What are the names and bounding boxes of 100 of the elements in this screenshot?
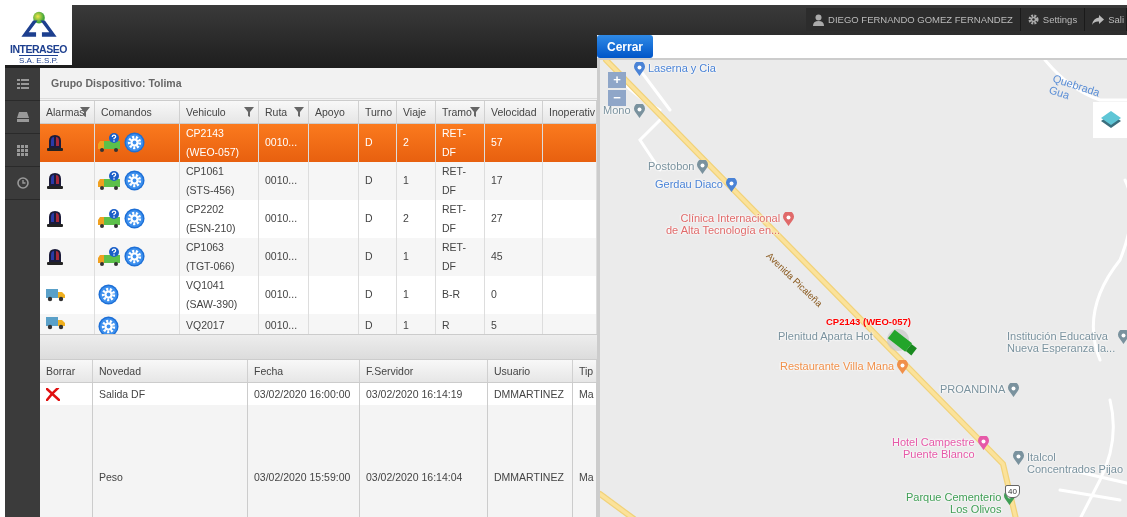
- filter-icon[interactable]: [244, 107, 254, 117]
- trip-cell-text: 1: [403, 249, 409, 265]
- settings-icon[interactable]: [124, 246, 145, 268]
- column-header[interactable]: Fecha: [248, 360, 360, 382]
- map-pin-icon[interactable]: [725, 178, 737, 192]
- route-cell-text: 0010...: [265, 211, 298, 227]
- route-cell-text: 0010...: [265, 249, 298, 265]
- logout-button[interactable]: Sali: [1085, 8, 1127, 31]
- route-cell-text: 0010...: [265, 135, 298, 151]
- column-header[interactable]: Viaje: [397, 101, 436, 123]
- shift-cell-text: D: [365, 135, 373, 151]
- trip-cell-text: 2: [403, 211, 409, 227]
- trip-cell-text: 1: [403, 287, 409, 303]
- close-button[interactable]: Cerrar: [597, 35, 654, 58]
- column-header[interactable]: Usuario: [488, 360, 573, 382]
- map-pin-icon[interactable]: [634, 62, 645, 76]
- event-cell: Salida DF: [99, 388, 146, 400]
- segment-cell-text: RET-DF: [442, 201, 467, 236]
- map-pin-icon[interactable]: [633, 104, 645, 118]
- date-cell: 03/02/2020 16:00:00: [254, 388, 351, 400]
- panel-title: Grupo Dispositivo: Tolima: [40, 68, 597, 99]
- place-label: Restaurante Villa Mana: [780, 360, 895, 372]
- column-header[interactable]: Novedad: [93, 360, 248, 382]
- column-header[interactable]: Alarmas: [40, 101, 95, 123]
- column-header[interactable]: Apoyo: [309, 101, 359, 123]
- place-label: Laserna y Cia: [648, 62, 716, 74]
- speed-cell-text: 0: [491, 287, 497, 303]
- truck-query-icon[interactable]: [98, 208, 122, 229]
- server-date-cell: 03/02/2020 16:14:19: [366, 388, 463, 400]
- truck-query-icon[interactable]: [98, 170, 122, 191]
- shift-cell-text: D: [365, 317, 373, 333]
- map-pin-icon[interactable]: [1118, 330, 1127, 344]
- place-label: Plenitud Aparta Hot: [778, 330, 873, 342]
- vehicle-row[interactable]: CP1061 (STS-456) 0010... D 1 RET-DF 17: [40, 161, 597, 200]
- truck-query-icon[interactable]: [98, 246, 122, 267]
- delete-icon[interactable]: [46, 387, 60, 401]
- truck-icon: [46, 287, 66, 302]
- column-header[interactable]: Borrar: [40, 360, 93, 382]
- truck-marker-icon[interactable]: [884, 328, 920, 358]
- shift-cell-text: D: [365, 287, 373, 303]
- siren-icon: [46, 247, 64, 266]
- settings-button[interactable]: Settings: [1020, 8, 1086, 31]
- settings-icon[interactable]: [98, 284, 119, 306]
- user-icon: [813, 13, 825, 26]
- speed-cell-text: 5: [491, 317, 497, 333]
- map-pin-icon[interactable]: [697, 160, 709, 174]
- column-header[interactable]: Comandos: [95, 101, 180, 123]
- highway-shield: 40: [1005, 485, 1020, 498]
- siren-icon: [46, 133, 64, 152]
- filter-icon[interactable]: [294, 107, 304, 117]
- shift-cell-text: D: [365, 249, 373, 265]
- siren-icon: [46, 171, 64, 190]
- map-pin-icon[interactable]: [1013, 451, 1024, 465]
- event-cell: Peso: [99, 471, 123, 483]
- grid-icon[interactable]: [17, 144, 28, 156]
- column-header[interactable]: F.Servidor: [360, 360, 488, 382]
- share-arrow-icon: [1092, 14, 1105, 25]
- map-pin-icon[interactable]: [1008, 383, 1020, 397]
- speed-cell-text: 45: [491, 249, 503, 265]
- layers-button[interactable]: [1093, 102, 1127, 138]
- column-header[interactable]: Vehiculo: [180, 101, 259, 123]
- trip-cell-text: 2: [403, 135, 409, 151]
- vehicle-cell-text: CP2202 (ESN-210): [186, 201, 237, 236]
- user-cell: DMMARTINEZ: [494, 388, 564, 400]
- segment-cell-text: R: [442, 317, 450, 333]
- place-label: Mono: [603, 104, 631, 116]
- place-label: Parque Cementerio Los Olivos: [906, 491, 1002, 515]
- map-pin-icon[interactable]: [783, 212, 795, 226]
- map-pin-icon[interactable]: [977, 436, 989, 450]
- settings-icon[interactable]: [124, 170, 145, 192]
- speed-cell-text: 27: [491, 211, 503, 227]
- settings-icon[interactable]: [124, 132, 145, 154]
- user-cell: DMMARTINEZ: [494, 471, 564, 483]
- event-row[interactable]: Salida DF 03/02/2020 16:00:00 03/02/2020 16:14:19 DMMARTINEZ Ma: [40, 383, 597, 405]
- user-button[interactable]: DIEGO FERNANDO GOMEZ FERNANDEZ: [806, 8, 1021, 31]
- tray-icon[interactable]: [16, 112, 29, 122]
- vehicle-cell-text: VQ2017: [186, 317, 225, 333]
- list-icon[interactable]: [16, 79, 29, 89]
- trip-cell-text: 1: [403, 173, 409, 189]
- column-header[interactable]: Ruta: [259, 101, 309, 123]
- place-label: Gerdau Diaco: [655, 178, 723, 190]
- siren-icon: [46, 209, 64, 228]
- settings-icon[interactable]: [124, 208, 145, 230]
- speed-cell-text: 17: [491, 173, 503, 189]
- column-header[interactable]: Turno: [359, 101, 397, 123]
- vehicle-cell-text: VQ1041 (SAW-390): [186, 277, 239, 312]
- trip-cell-text: 1: [403, 317, 409, 333]
- truck-query-icon[interactable]: [98, 132, 122, 153]
- clock-icon[interactable]: [16, 177, 29, 189]
- vehicle-row[interactable]: CP1063 (TGT-066) 0010... D 1 RET-DF 45: [40, 237, 597, 276]
- place-label: Institución Educativa Nueva Esperanza la...: [1007, 330, 1116, 354]
- place-label: Hotel Campestre Puente Blanco: [892, 436, 975, 460]
- segment-cell-text: RET-DF: [442, 239, 467, 274]
- logo-subtitle: S.A. E.S.P.: [19, 55, 58, 65]
- column-header[interactable]: Velocidad: [485, 101, 543, 123]
- place-label: PROANDINA: [940, 383, 1006, 395]
- column-header[interactable]: Tramo: [436, 101, 485, 123]
- filter-icon[interactable]: [470, 107, 480, 117]
- vehicle-row[interactable]: VQ2017 0010... D 1 R 5: [40, 313, 597, 334]
- place-label: Postobon: [648, 160, 695, 172]
